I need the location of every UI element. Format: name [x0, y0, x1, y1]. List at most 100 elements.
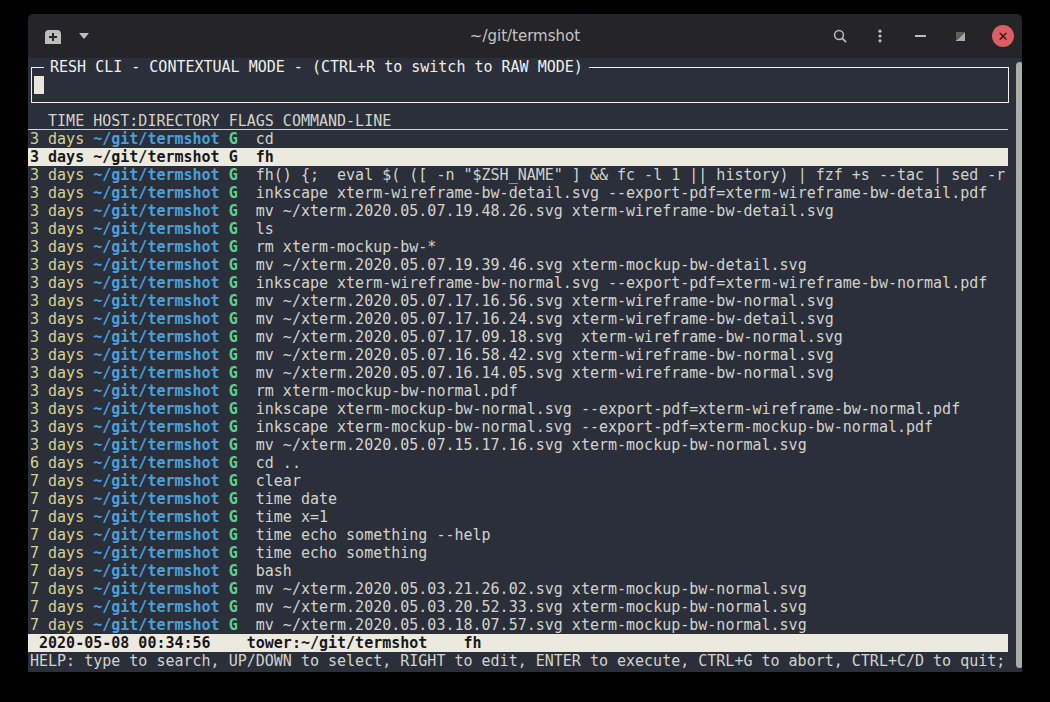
history-row[interactable]: 7 days ~/git/termshot G mv ~/xterm.2020.…: [28, 580, 1008, 598]
entry-flags: G: [229, 508, 256, 526]
history-row[interactable]: 3 days ~/git/termshot G cd: [28, 130, 1008, 148]
entry-command: inkscape xterm-wireframe-bw-normal.svg -…: [256, 274, 988, 292]
history-row[interactable]: 3 days ~/git/termshot G rm xterm-mockup-…: [28, 382, 1008, 400]
entry-directory: ~/git/termshot: [93, 346, 228, 364]
resh-mode-box: RESH CLI - CONTEXTUAL MODE - (CTRL+R to …: [31, 67, 1009, 103]
tab-dropdown-button[interactable]: [76, 28, 92, 44]
restore-icon: [956, 32, 965, 41]
history-row[interactable]: 3 days ~/git/termshot G fh() {; eval $( …: [28, 166, 1008, 184]
entry-time: 7 days: [30, 472, 93, 490]
entry-flags: G: [229, 130, 256, 148]
titlebar[interactable]: ~/git/termshot: [28, 14, 1022, 58]
history-row[interactable]: 7 days ~/git/termshot G time x=1: [28, 508, 1008, 526]
history-row[interactable]: 3 days ~/git/termshot G mv ~/xterm.2020.…: [28, 310, 1008, 328]
entry-time: 3 days: [30, 130, 93, 148]
entry-flags: G: [229, 472, 256, 490]
history-row[interactable]: 3 days ~/git/termshot G fh: [28, 148, 1008, 166]
entry-time: 3 days: [30, 310, 93, 328]
entry-flags: G: [229, 562, 256, 580]
entry-flags: G: [229, 436, 256, 454]
menu-button[interactable]: [872, 28, 888, 44]
history-row[interactable]: 3 days ~/git/termshot G mv ~/xterm.2020.…: [28, 328, 1008, 346]
new-tab-icon: [43, 28, 63, 45]
entry-command: cd: [256, 130, 274, 148]
entry-flags: G: [229, 544, 256, 562]
entry-command: time x=1: [256, 508, 328, 526]
history-row[interactable]: 7 days ~/git/termshot G time echo someth…: [28, 544, 1008, 562]
history-row[interactable]: 7 days ~/git/termshot G bash: [28, 562, 1008, 580]
entry-flags: G: [229, 400, 256, 418]
minimize-button[interactable]: [912, 28, 928, 44]
search-icon: [832, 28, 848, 44]
entry-time: 3 days: [30, 418, 93, 436]
history-row[interactable]: 3 days ~/git/termshot G rm xterm-mockup-…: [28, 238, 1008, 256]
entry-flags: G: [229, 274, 256, 292]
history-row[interactable]: 3 days ~/git/termshot G inkscape xterm-w…: [28, 274, 1008, 292]
entry-directory: ~/git/termshot: [93, 220, 228, 238]
entry-directory: ~/git/termshot: [93, 454, 228, 472]
history-row[interactable]: 6 days ~/git/termshot G cd ..: [28, 454, 1008, 472]
entry-command: mv ~/xterm.2020.05.07.16.58.42.svg xterm…: [256, 346, 834, 364]
new-tab-button[interactable]: [42, 27, 64, 45]
entry-time: 7 days: [30, 598, 93, 616]
entry-command: time echo something --help: [256, 526, 491, 544]
entry-time: 7 days: [30, 490, 93, 508]
history-row[interactable]: 3 days ~/git/termshot G mv ~/xterm.2020.…: [28, 256, 1008, 274]
entry-directory: ~/git/termshot: [93, 130, 228, 148]
entry-command: ls: [256, 220, 274, 238]
minimize-icon: [915, 35, 926, 37]
history-row[interactable]: 7 days ~/git/termshot G mv ~/xterm.2020.…: [28, 598, 1008, 616]
history-row[interactable]: 3 days ~/git/termshot G ls: [28, 220, 1008, 238]
entry-directory: ~/git/termshot: [93, 508, 228, 526]
terminal-content[interactable]: RESH CLI - CONTEXTUAL MODE - (CTRL+R to …: [28, 58, 1022, 672]
entry-command: mv ~/xterm.2020.05.03.20.52.33.svg xterm…: [256, 598, 807, 616]
entry-flags: G: [229, 490, 256, 508]
entry-time: 3 days: [30, 184, 93, 202]
restore-button[interactable]: [952, 28, 968, 44]
close-button[interactable]: ✕: [992, 25, 1014, 47]
history-row[interactable]: 7 days ~/git/termshot G time date: [28, 490, 1008, 508]
entry-command: inkscape xterm-mockup-bw-normal.svg --ex…: [256, 400, 960, 418]
history-row[interactable]: 3 days ~/git/termshot G mv ~/xterm.2020.…: [28, 292, 1008, 310]
history-row[interactable]: 7 days ~/git/termshot G mv ~/xterm.2020.…: [28, 616, 1008, 634]
entry-directory: ~/git/termshot: [93, 382, 228, 400]
entry-directory: ~/git/termshot: [93, 400, 228, 418]
history-row[interactable]: 3 days ~/git/termshot G mv ~/xterm.2020.…: [28, 202, 1008, 220]
entry-flags: G: [229, 328, 256, 346]
history-row[interactable]: 3 days ~/git/termshot G inkscape xterm-w…: [28, 184, 1008, 202]
scrollbar-thumb[interactable]: [1016, 62, 1022, 668]
entry-flags: G: [229, 256, 256, 274]
entry-time: 3 days: [30, 364, 93, 382]
history-row[interactable]: 7 days ~/git/termshot G time echo someth…: [28, 526, 1008, 544]
entry-command: mv ~/xterm.2020.05.07.17.16.24.svg xterm…: [256, 310, 834, 328]
entry-directory: ~/git/termshot: [93, 328, 228, 346]
history-row[interactable]: 3 days ~/git/termshot G inkscape xterm-m…: [28, 400, 1008, 418]
entry-directory: ~/git/termshot: [93, 256, 228, 274]
kebab-menu-icon: [872, 28, 888, 44]
entry-command: mv ~/xterm.2020.05.07.17.16.56.svg xterm…: [256, 292, 834, 310]
entry-time: 3 days: [30, 202, 93, 220]
history-row[interactable]: 3 days ~/git/termshot G mv ~/xterm.2020.…: [28, 346, 1008, 364]
entry-directory: ~/git/termshot: [93, 148, 228, 166]
entry-flags: G: [229, 148, 256, 166]
resh-mode-title: RESH CLI - CONTEXTUAL MODE - (CTRL+R to …: [44, 58, 589, 76]
close-icon: ✕: [998, 30, 1009, 43]
entry-command: fh: [256, 148, 274, 166]
terminal-window: ~/git/termshot: [28, 14, 1022, 672]
entry-time: 3 days: [30, 400, 93, 418]
entry-directory: ~/git/termshot: [93, 364, 228, 382]
history-row[interactable]: 3 days ~/git/termshot G mv ~/xterm.2020.…: [28, 436, 1008, 454]
history-row[interactable]: 3 days ~/git/termshot G mv ~/xterm.2020.…: [28, 364, 1008, 382]
entry-command: time date: [256, 490, 337, 508]
entry-time: 3 days: [30, 346, 93, 364]
entry-time: 7 days: [30, 616, 93, 634]
entry-flags: G: [229, 382, 256, 400]
search-button[interactable]: [832, 28, 848, 44]
history-row[interactable]: 7 days ~/git/termshot G clear: [28, 472, 1008, 490]
entry-time: 3 days: [30, 436, 93, 454]
history-area: TIME HOST:DIRECTORY FLAGS COMMAND-LINE 3…: [28, 112, 1008, 670]
entry-command: rm xterm-mockup-bw-normal.pdf: [256, 382, 518, 400]
entry-command: clear: [256, 472, 301, 490]
history-row[interactable]: 3 days ~/git/termshot G inkscape xterm-m…: [28, 418, 1008, 436]
entry-command: mv ~/xterm.2020.05.03.18.07.57.svg xterm…: [256, 616, 807, 634]
